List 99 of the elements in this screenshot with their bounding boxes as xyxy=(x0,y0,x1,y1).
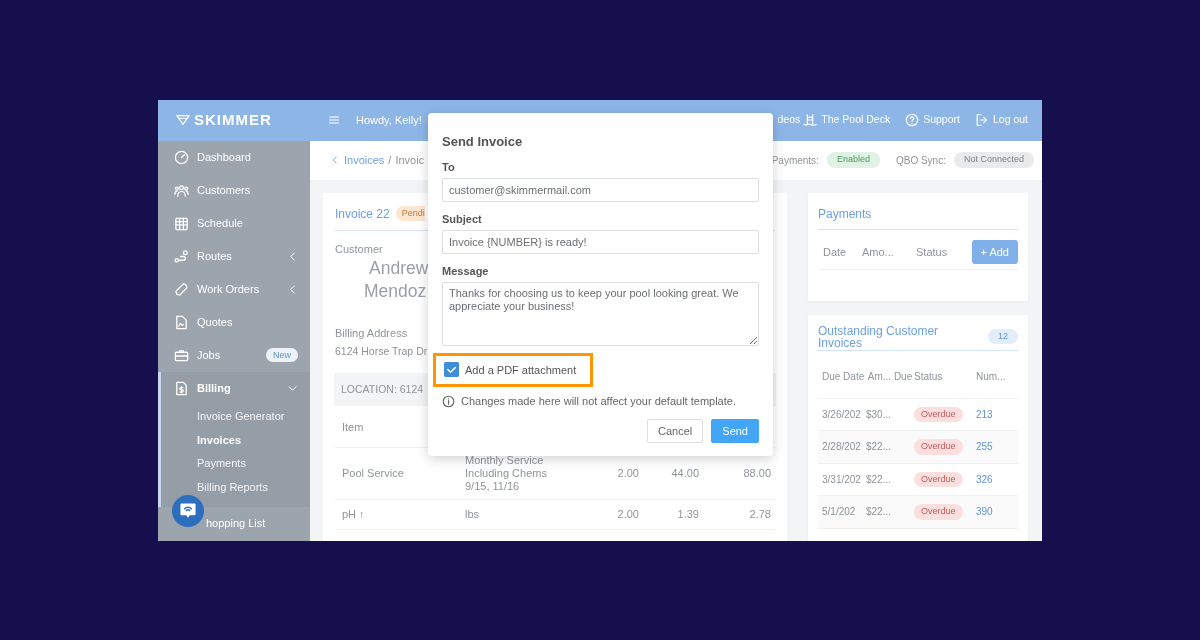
invoice-title: Invoice 22 xyxy=(335,205,390,223)
column-header: Item xyxy=(342,419,365,435)
table-cell-text: 2.00 xyxy=(616,508,639,522)
customer-name: Mendoz xyxy=(364,280,427,303)
table-cell-text: 5/1/202 xyxy=(822,505,857,520)
billing-address: 6124 Horse Trap Dr xyxy=(335,343,428,359)
table-cell-text: 2/28/202 xyxy=(822,440,862,455)
sidebar-subitem[interactable]: Invoices xyxy=(197,431,242,448)
field-label: To xyxy=(442,159,455,174)
location-text: LOCATION: 6124 xyxy=(340,381,424,397)
breadcrumb-link[interactable]: Invoices xyxy=(344,151,385,169)
table-cell-text: $22... xyxy=(866,440,893,455)
column-header: Due Date xyxy=(822,369,866,383)
logout-icon xyxy=(974,113,989,127)
sidebar-item[interactable]: Work Orders xyxy=(158,272,310,306)
dollar-document-icon xyxy=(174,380,189,396)
sidebar-item[interactable]: Schedule xyxy=(158,206,310,240)
table-cell-text: 44.00 xyxy=(670,467,699,481)
cancel-button[interactable]: Cancel xyxy=(647,419,704,443)
table-cell-text: 88.00 xyxy=(742,467,771,481)
count-badge: 12 xyxy=(988,328,1018,345)
invoice-link[interactable]: 255 xyxy=(976,441,993,453)
table-cell-text: 3/26/202 xyxy=(822,407,862,422)
help-icon xyxy=(905,113,920,127)
field-label: Subject xyxy=(442,211,482,226)
route-icon xyxy=(174,248,189,264)
table-cell-text: 3/31/202 xyxy=(822,472,862,487)
status-label: Payments: xyxy=(771,153,819,168)
table-cell-text: lbs xyxy=(465,508,481,522)
table-cell-text: $22... xyxy=(866,472,893,487)
table-cell-text: $30... xyxy=(866,407,893,422)
sidebar-subitem[interactable]: Invoice Generator xyxy=(197,408,285,425)
status-label: QBO Sync: xyxy=(895,153,946,168)
send-button[interactable]: Send xyxy=(711,419,759,443)
sidebar-item[interactable]: Billing xyxy=(161,371,310,405)
column-header: Amo... xyxy=(862,244,895,260)
table-cell-text: 2.78 xyxy=(748,508,771,522)
column-header: Status xyxy=(914,369,944,383)
briefcase-icon xyxy=(174,347,189,363)
text-field[interactable]: Invoice {NUMBER} is ready! xyxy=(442,229,759,254)
sidebar-subitem[interactable]: Billing Reports xyxy=(197,478,268,495)
gauge-icon xyxy=(174,149,189,165)
invoice-link[interactable]: 390 xyxy=(976,506,993,518)
card-title: Outstanding Customer Invoices xyxy=(818,324,940,349)
breadcrumb-separator: / xyxy=(388,152,392,168)
nav-link[interactable]: Support xyxy=(905,112,960,128)
note-text: Changes made here will not affect your default template. xyxy=(461,394,736,408)
status-badge: Overdue xyxy=(914,504,963,520)
sidebar-item[interactable]: Routes xyxy=(158,239,310,273)
new-badge: New xyxy=(266,348,298,362)
logo-icon xyxy=(176,113,190,127)
status-badge: Overdue xyxy=(914,471,963,487)
sidebar-item[interactable]: Jobs New xyxy=(158,338,310,372)
text-field[interactable]: customer@skimmermail.com xyxy=(442,177,759,202)
billing-label: Billing Address xyxy=(335,326,408,341)
table-cell-text: 2.00 xyxy=(616,467,639,481)
nav-link[interactable]: The Pool Deck xyxy=(803,112,891,128)
field-label: Message xyxy=(442,263,489,278)
calendar-icon xyxy=(174,215,189,231)
invoice-link[interactable]: 326 xyxy=(976,473,993,485)
sidebar-item[interactable]: Quotes xyxy=(158,305,310,339)
add-button[interactable]: + Add xyxy=(971,239,1018,264)
table-cell-text: Monthly Service Including Chems 9/15, 11/16 xyxy=(465,454,548,494)
dialog-title: Send Invoice xyxy=(442,132,523,151)
nav-link[interactable]: Log out xyxy=(974,112,1028,128)
invoice-link[interactable]: 213 xyxy=(976,408,993,420)
people-icon xyxy=(174,182,189,198)
chat-icon xyxy=(179,501,197,520)
table-cell-text: pH ↑ xyxy=(342,508,366,522)
customer-name: Andrew xyxy=(369,257,429,280)
sidebar-subitem[interactable]: Payments xyxy=(197,455,246,472)
table-cell-text: $22... xyxy=(866,505,893,520)
status-badge: Overdue xyxy=(914,439,963,455)
table-cell-text: Pool Service xyxy=(342,467,405,481)
column-header: Date xyxy=(823,244,848,260)
checkbox-label: Add a PDF attachment xyxy=(465,362,577,378)
status-badge: Pendi xyxy=(395,205,425,222)
greeting: Howdy, Kelly! xyxy=(356,112,422,128)
logo: SKIMMER xyxy=(194,109,272,130)
sidebar-item[interactable]: hopping List xyxy=(158,506,310,540)
customer-label: Customer xyxy=(335,241,383,257)
status-badge: Overdue xyxy=(914,406,963,422)
sidebar-item[interactable]: Customers xyxy=(158,173,310,207)
checkbox[interactable] xyxy=(444,362,459,378)
breadcrumb-current: Invoic xyxy=(395,152,425,168)
card-title: Payments xyxy=(818,204,1018,230)
back-icon[interactable] xyxy=(330,155,340,165)
document-icon xyxy=(174,314,189,330)
nav-link[interactable]: deos xyxy=(777,112,801,128)
column-header: Status xyxy=(916,244,948,260)
message-field[interactable]: Thanks for choosing us to keep your pool looking great. We appreciate your business! xyxy=(442,281,759,346)
status-badge: Enabled xyxy=(826,152,880,168)
info-icon xyxy=(442,394,455,408)
status-badge: Not Connected xyxy=(953,152,1034,168)
column-header: Num... xyxy=(976,369,1007,383)
ladder-icon xyxy=(803,113,818,127)
column-header: Am... Due xyxy=(866,369,914,383)
table-cell-text: 1.39 xyxy=(676,508,699,522)
sidebar-item[interactable]: Dashboard xyxy=(158,140,310,174)
